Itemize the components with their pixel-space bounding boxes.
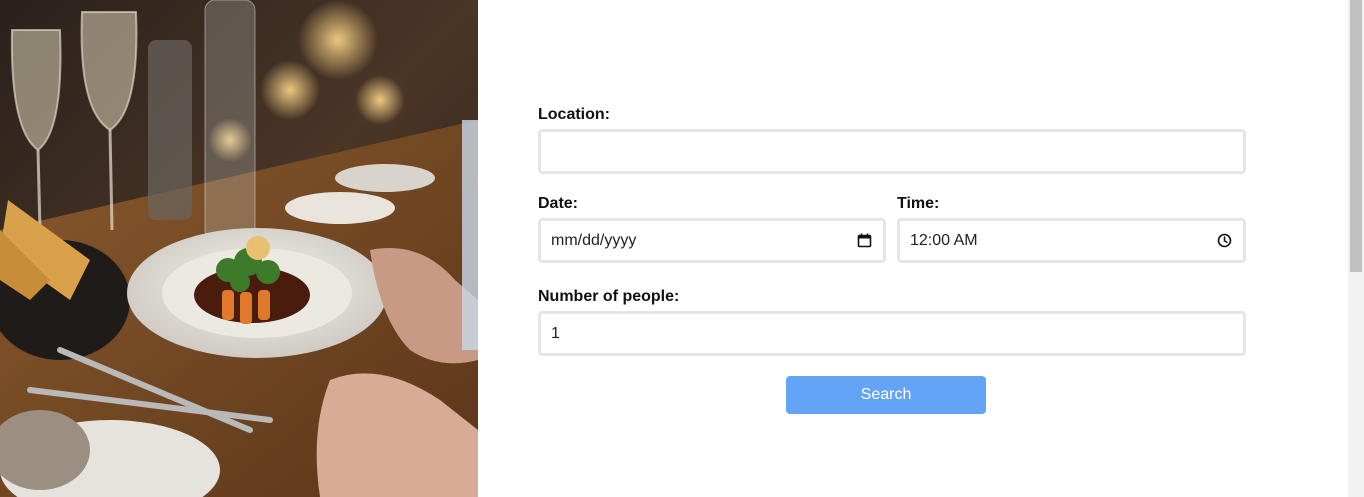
date-value: mm/dd/yyyy — [551, 231, 637, 249]
time-input[interactable]: 12:00 AM — [897, 218, 1246, 263]
restaurant-photo-drawing — [0, 0, 478, 497]
date-label: Date: — [538, 195, 579, 212]
reservation-form: Location: Date: mm/dd/yyyy Time: 12:00 A… — [478, 0, 1348, 497]
people-value: 1 — [551, 324, 560, 342]
time-value: 12:00 AM — [910, 231, 978, 249]
time-label: Time: — [897, 195, 940, 212]
scrollbar-thumb[interactable] — [1350, 0, 1362, 272]
clock-icon[interactable] — [1215, 232, 1233, 250]
people-label: Number of people: — [538, 288, 680, 305]
page: Location: Date: mm/dd/yyyy Time: 12:00 A… — [0, 0, 1364, 497]
location-input[interactable] — [538, 129, 1246, 174]
date-input[interactable]: mm/dd/yyyy — [538, 218, 886, 263]
calendar-icon[interactable] — [855, 232, 873, 250]
page-scrollbar[interactable] — [1348, 0, 1364, 497]
search-button[interactable]: Search — [786, 376, 986, 414]
people-input[interactable]: 1 — [538, 311, 1246, 356]
restaurant-photo — [0, 0, 478, 497]
location-label: Location: — [538, 106, 610, 123]
